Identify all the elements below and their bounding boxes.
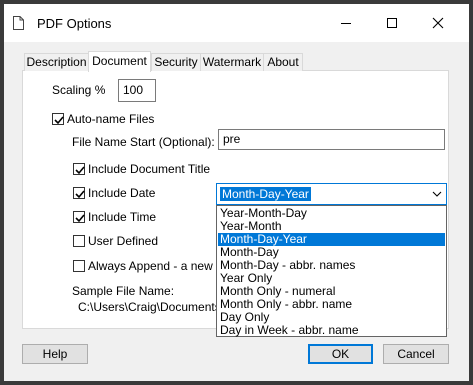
close-button[interactable] [415,4,461,42]
help-button[interactable]: Help [22,344,88,364]
include-time-checkbox[interactable] [73,211,85,223]
include-time-label: Include Time [88,210,157,224]
tab-security[interactable]: Security [151,53,201,71]
include-title-label: Include Document Title [88,162,211,176]
user-defined-label: User Defined [88,234,159,248]
date-format-list: Year-Month-Day Year-Month Month-Day-Year… [216,205,447,337]
checkmark-icon [54,116,64,125]
tab-document[interactable]: Document [88,51,151,72]
file-start-label: File Name Start (Optional): [72,135,215,149]
checkmark-icon [75,190,85,199]
always-append-label: Always Append - a new file [88,259,232,273]
always-append-checkbox[interactable] [73,260,85,272]
date-format-selected: Month-Day-Year [220,187,311,201]
dropdown-arrow[interactable] [428,184,446,204]
sample-file-value: C:\Users\Craig\Documents\i [78,300,227,314]
window-title: PDF Options [37,16,112,31]
scaling-input[interactable]: 100 [118,79,156,102]
maximize-icon [387,18,397,28]
file-start-input[interactable]: pre [218,129,445,150]
date-format-dropdown[interactable]: Month-Day-Year [216,183,447,205]
auto-name-checkbox[interactable] [52,113,64,125]
list-item[interactable]: Day in Week - abbr. name [218,324,445,337]
cancel-button[interactable]: Cancel [383,344,449,364]
document-icon [13,16,24,30]
ok-button[interactable]: OK [308,344,373,364]
sample-file-label: Sample File Name: [72,284,175,298]
maximize-button[interactable] [369,4,415,42]
scaling-label: Scaling % [52,83,106,97]
tab-description[interactable]: Description [24,53,89,71]
chevron-down-icon [432,191,442,197]
tab-watermark[interactable]: Watermark [200,53,264,71]
include-title-checkbox[interactable] [73,163,85,175]
checkmark-icon [75,166,85,175]
close-icon [432,17,444,29]
checkmark-icon [75,214,85,223]
auto-name-label: Auto-name Files [67,112,155,126]
include-date-label: Include Date [88,186,156,200]
minimize-button[interactable] [323,4,369,42]
user-defined-checkbox[interactable] [73,235,85,247]
minimize-icon [341,23,351,24]
tab-about[interactable]: About [263,53,303,71]
include-date-checkbox[interactable] [73,187,85,199]
